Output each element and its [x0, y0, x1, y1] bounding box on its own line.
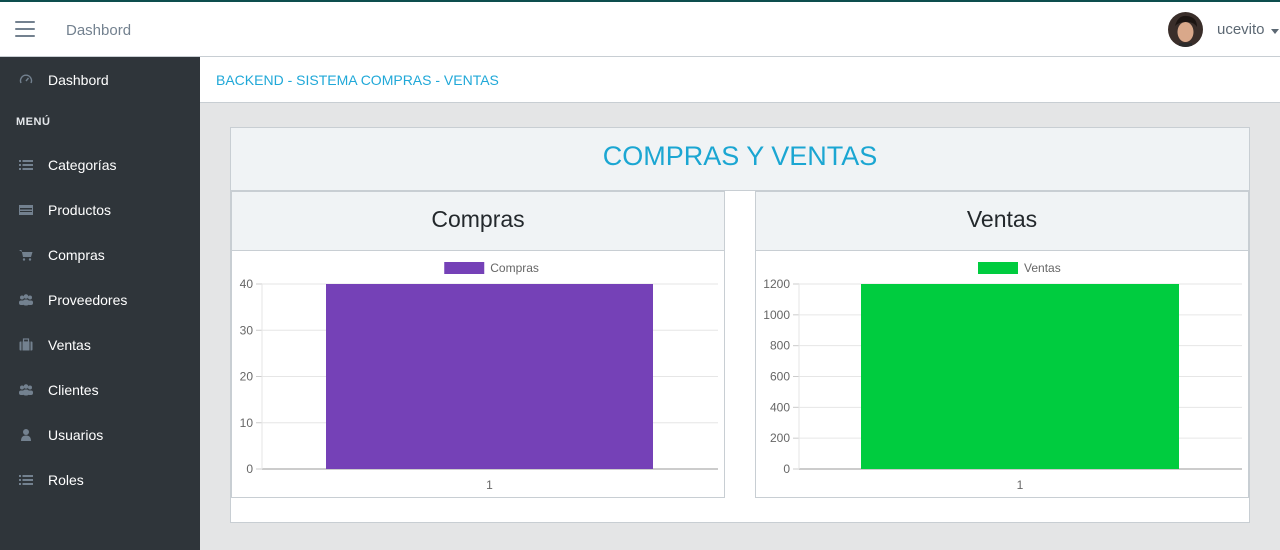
ventas-chart-title: Ventas	[966, 206, 1038, 232]
y-tick-label: 40	[240, 277, 254, 291]
y-tick-label: 600	[770, 370, 790, 384]
legend-label: Ventas	[1024, 261, 1061, 275]
sidebar-item-label: Clientes	[48, 381, 99, 398]
y-tick-label: 10	[240, 416, 254, 430]
y-tick-label: 1000	[763, 308, 790, 322]
ventas-panel: Ventas Ventas 0 200 400 600 800 1000 1200 1	[755, 191, 1249, 498]
sidebar-item-label: Dashbord	[48, 71, 109, 88]
page-title: COMPRAS Y VENTAS	[602, 141, 878, 171]
sidebar-item-label: Usuarios	[48, 426, 104, 443]
user-icon	[21, 428, 31, 441]
chevron-down-icon[interactable]	[1271, 29, 1279, 34]
users-icon	[19, 293, 33, 305]
breadcrumb: BACKEND - SISTEMA COMPRAS - VENTAS	[200, 57, 1280, 103]
y-tick-label: 20	[240, 370, 254, 384]
dashboard-card: COMPRAS Y VENTAS Compras Compras 0 10 20 30 4…	[230, 127, 1250, 523]
list-icon	[19, 474, 33, 485]
sidebar-item-compras[interactable]: Compras	[0, 232, 200, 277]
users-icon	[19, 383, 33, 395]
legend-swatch	[978, 262, 1018, 274]
sidebar-item-label: Compras	[48, 246, 105, 263]
y-tick-label: 800	[770, 339, 790, 353]
sidebar-item-label: Categorías	[48, 156, 117, 173]
briefcase-icon	[19, 337, 33, 350]
sidebar-item-proveedores[interactable]: Proveedores	[0, 277, 200, 322]
legend-swatch	[444, 262, 485, 274]
y-tick-label: 0	[783, 462, 790, 476]
ventas-chart: Ventas 0 200 400 600 800 1000 1200 1	[763, 261, 1242, 492]
sidebar-item-label: Productos	[48, 201, 112, 218]
sidebar-item-productos[interactable]: Productos	[0, 187, 200, 232]
sidebar-item-usuarios[interactable]: Usuarios	[0, 412, 200, 457]
sidebar-item-dashbord[interactable]: Dashbord	[0, 57, 200, 102]
menu-toggle-icon[interactable]	[15, 21, 35, 37]
x-tick-label: 1	[486, 478, 493, 492]
sidebar-item-clientes[interactable]: Clientes	[0, 367, 200, 412]
list-icon	[19, 159, 33, 170]
panel-header: Compras	[232, 192, 724, 251]
username-label[interactable]: ucevito	[1217, 21, 1265, 38]
compras-chart-title: Compras	[431, 206, 525, 232]
y-tick-label: 200	[770, 431, 790, 445]
bar	[861, 284, 1179, 469]
sidebar-section-title: MENÚ	[16, 116, 51, 128]
compras-chart: Compras 0 10 20 30 40 1	[240, 261, 718, 492]
y-tick-label: 30	[240, 323, 254, 337]
sidebar-item-ventas[interactable]: Ventas	[0, 322, 200, 367]
avatar[interactable]	[1168, 12, 1203, 47]
cart-icon	[19, 249, 33, 261]
card-header: COMPRAS Y VENTAS	[231, 128, 1249, 191]
y-tick-label: 400	[770, 400, 790, 414]
sidebar-item-label: Roles	[48, 471, 84, 488]
brand-link[interactable]: Dashbord	[66, 22, 131, 39]
breadcrumb-text[interactable]: BACKEND - SISTEMA COMPRAS - VENTAS	[216, 72, 499, 88]
sidebar: Dashbord MENÚ Categorías Productos Compr…	[0, 57, 200, 550]
top-navbar: Dashbord ucevito	[0, 0, 1280, 57]
compras-panel: Compras Compras 0 10 20 30 40 1	[231, 191, 725, 498]
speedometer-icon	[19, 74, 33, 83]
sidebar-item-categorias[interactable]: Categorías	[0, 142, 200, 187]
bar	[326, 284, 653, 469]
legend-label: Compras	[490, 261, 539, 275]
panel-header: Ventas	[756, 192, 1248, 251]
y-tick-label: 1200	[763, 277, 790, 291]
card-icon	[19, 204, 33, 215]
sidebar-item-roles[interactable]: Roles	[0, 457, 200, 502]
sidebar-item-label: Ventas	[48, 336, 91, 353]
sidebar-item-label: Proveedores	[48, 291, 128, 308]
x-tick-label: 1	[1017, 478, 1024, 492]
y-tick-label: 0	[246, 462, 253, 476]
